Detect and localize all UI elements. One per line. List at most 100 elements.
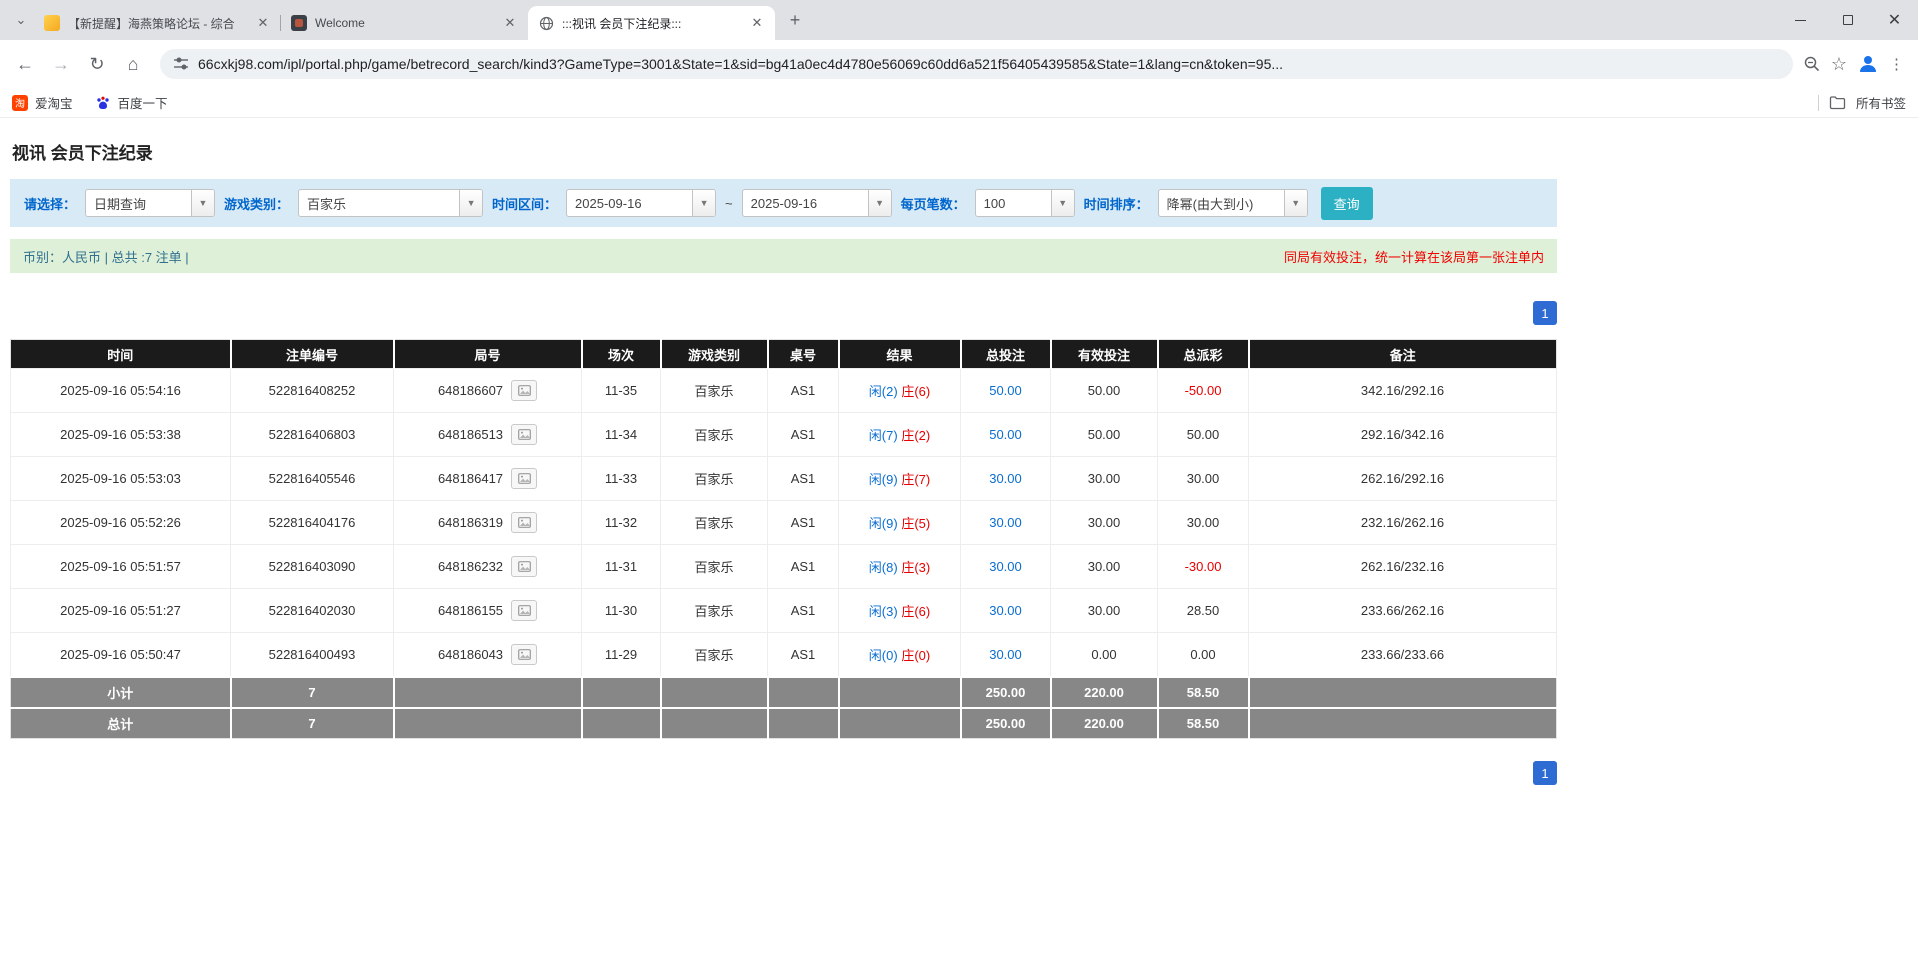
round-replay-icon[interactable] [511, 380, 537, 401]
game-type-select[interactable]: 百家乐 ▼ [298, 189, 483, 217]
result-player: 闲(7) [869, 428, 898, 443]
cell-payout: 30.00 [1158, 457, 1249, 501]
result-banker: 庄(7) [901, 472, 930, 487]
cell-round: 648186319 [394, 501, 582, 545]
table-row: 2025-09-16 05:50:47 522816400493 6481860… [11, 633, 1557, 677]
result-player: 闲(8) [869, 560, 898, 575]
url-text[interactable]: 66cxkj98.com/ipl/portal.php/game/betreco… [198, 56, 1283, 72]
round-id: 648186607 [438, 383, 503, 398]
summary-notice: 同局有效投注，统一计算在该局第一张注单内 [1284, 247, 1544, 266]
cell-session: 11-29 [582, 633, 661, 677]
bookmark-star-icon[interactable]: ☆ [1831, 54, 1847, 75]
maximize-button[interactable] [1824, 0, 1871, 40]
cell-total-bet[interactable]: 30.00 [961, 501, 1051, 545]
tab-close-icon[interactable]: ✕ [749, 15, 765, 31]
cell-valid-bet: 30.00 [1051, 589, 1158, 633]
per-page-label: 每页笔数： [901, 194, 966, 213]
cell-session: 11-31 [582, 545, 661, 589]
menu-kebab-icon[interactable]: ⋮ [1889, 55, 1904, 73]
summary-bar: 币别：人民币 | 总共 :7 注单 | 同局有效投注，统一计算在该局第一张注单内 [10, 239, 1557, 273]
cell-payout: 28.50 [1158, 589, 1249, 633]
round-id: 648186319 [438, 515, 503, 530]
cell-total-bet[interactable]: 30.00 [961, 457, 1051, 501]
cell-time: 2025-09-16 05:53:03 [11, 457, 231, 501]
all-bookmarks-label[interactable]: 所有书签 [1856, 93, 1906, 112]
tab-bet-records[interactable]: :::视讯 会员下注纪录::: ✕ [528, 6, 775, 40]
cell-note: 233.66/262.16 [1249, 589, 1557, 633]
round-replay-icon[interactable] [511, 600, 537, 621]
cell-round: 648186155 [394, 589, 582, 633]
round-replay-icon[interactable] [511, 424, 537, 445]
back-icon[interactable]: ← [8, 47, 42, 81]
date-to-select[interactable]: 2025-09-16 ▼ [742, 189, 892, 217]
header-valid-bet: 有效投注 [1051, 340, 1158, 369]
tab-welcome[interactable]: Welcome ✕ [281, 6, 528, 40]
cell-valid-bet: 30.00 [1051, 545, 1158, 589]
tab-title: :::视讯 会员下注纪录::: [562, 15, 741, 32]
chevron-down-icon: ▼ [1284, 190, 1307, 216]
chevron-down-icon: ▼ [191, 190, 214, 216]
tab-close-icon[interactable]: ✕ [255, 15, 271, 31]
browser-toolbar: ← → ↻ ⌂ 66cxkj98.com/ipl/portal.php/game… [0, 40, 1918, 88]
round-id: 648186513 [438, 427, 503, 442]
zoom-icon[interactable] [1803, 55, 1821, 73]
tab-close-icon[interactable]: ✕ [502, 15, 518, 31]
cell-payout: 50.00 [1158, 413, 1249, 457]
new-tab-button[interactable]: + [781, 6, 809, 34]
cell-time: 2025-09-16 05:52:26 [11, 501, 231, 545]
site-settings-icon[interactable] [173, 56, 189, 72]
bookmarks-bar: 淘 爱淘宝 百度一下 所有书签 [0, 88, 1918, 118]
result-banker: 庄(6) [901, 604, 930, 619]
home-icon[interactable]: ⌂ [116, 47, 150, 81]
bookmarks-divider [1818, 95, 1819, 111]
round-id: 648186043 [438, 647, 503, 662]
header-time: 时间 [11, 340, 231, 369]
taobao-icon: 淘 [12, 95, 28, 111]
cell-table-no: AS1 [768, 413, 839, 457]
result-player: 闲(9) [869, 516, 898, 531]
cell-total-bet[interactable]: 30.00 [961, 589, 1051, 633]
page-1-button[interactable]: 1 [1533, 761, 1557, 785]
page-1-button[interactable]: 1 [1533, 301, 1557, 325]
total-row: 总计 7 250.00 220.00 58.50 [11, 708, 1557, 739]
cell-result: 闲(3) 庄(6) [839, 589, 961, 633]
cell-payout: -30.00 [1158, 545, 1249, 589]
sort-select[interactable]: 降幂(由大到小) ▼ [1158, 189, 1308, 217]
tab-forum[interactable]: 【新提醒】海燕策略论坛 - 综合 ✕ [34, 6, 281, 40]
per-page-select[interactable]: 100 ▼ [975, 189, 1075, 217]
result-banker: 庄(3) [901, 560, 930, 575]
round-replay-icon[interactable] [511, 644, 537, 665]
cell-session: 11-33 [582, 457, 661, 501]
maximize-icon [1843, 15, 1853, 25]
forward-icon[interactable]: → [44, 47, 78, 81]
minimize-button[interactable] [1777, 0, 1824, 40]
result-player: 闲(3) [869, 604, 898, 619]
subtotal-total-bet: 250.00 [961, 677, 1051, 708]
close-window-button[interactable]: ✕ [1871, 0, 1918, 40]
cell-result: 闲(9) 庄(7) [839, 457, 961, 501]
cell-game-type: 百家乐 [661, 369, 768, 413]
search-button[interactable]: 查询 [1321, 187, 1373, 220]
cell-total-bet[interactable]: 30.00 [961, 545, 1051, 589]
reload-icon[interactable]: ↻ [80, 47, 114, 81]
round-replay-icon[interactable] [511, 512, 537, 533]
round-replay-icon[interactable] [511, 468, 537, 489]
chevron-down-icon: ▼ [868, 190, 891, 216]
cell-time: 2025-09-16 05:50:47 [11, 633, 231, 677]
chevron-down-icon: ▼ [692, 190, 715, 216]
round-replay-icon[interactable] [511, 556, 537, 577]
total-valid-bet: 220.00 [1051, 708, 1158, 739]
address-bar[interactable]: 66cxkj98.com/ipl/portal.php/game/betreco… [160, 49, 1793, 79]
cell-total-bet[interactable]: 50.00 [961, 413, 1051, 457]
tab-search-chevron-icon[interactable]: ⌄ [8, 7, 34, 33]
welcome-favicon-icon [291, 15, 307, 31]
query-type-select[interactable]: 日期查询 ▼ [85, 189, 215, 217]
cell-total-bet[interactable]: 50.00 [961, 369, 1051, 413]
bookmark-baidu[interactable]: 百度一下 [95, 93, 168, 112]
sort-label: 时间排序： [1084, 194, 1149, 213]
subtotal-count: 7 [231, 677, 394, 708]
bookmark-taobao[interactable]: 淘 爱淘宝 [12, 93, 73, 112]
cell-total-bet[interactable]: 30.00 [961, 633, 1051, 677]
profile-avatar-icon[interactable] [1857, 53, 1879, 75]
date-from-select[interactable]: 2025-09-16 ▼ [566, 189, 716, 217]
